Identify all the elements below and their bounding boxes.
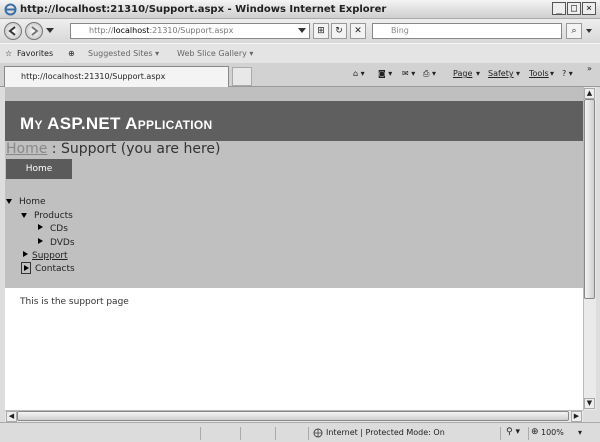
tree-item-products[interactable]: Products bbox=[34, 211, 73, 221]
feeds-icon[interactable]: ◙ ▾ bbox=[378, 69, 392, 78]
tree-collapse-products-icon[interactable] bbox=[21, 213, 27, 218]
tree-item-dvds[interactable]: DVDs bbox=[50, 238, 75, 248]
page-menu[interactable]: Page bbox=[453, 69, 472, 78]
back-button[interactable] bbox=[4, 22, 22, 40]
window-title: http://localhost:21310/Support.aspx - Wi… bbox=[20, 4, 387, 15]
tree-expand-contacts-icon bbox=[23, 265, 29, 271]
scroll-down-icon[interactable]: ▼ bbox=[584, 398, 595, 409]
forward-arrow-icon bbox=[31, 26, 39, 36]
vertical-scroll-thumb[interactable] bbox=[584, 99, 595, 299]
new-tab-button[interactable] bbox=[232, 67, 252, 86]
forward-button[interactable] bbox=[25, 22, 43, 40]
tools-menu-chevron-icon: ▾ bbox=[550, 69, 555, 78]
tree-expand-support-icon[interactable] bbox=[23, 251, 28, 257]
tree-item-support[interactable]: Support bbox=[32, 251, 68, 261]
stop-button[interactable]: ✕ bbox=[350, 23, 366, 39]
title-bar: http://localhost:21310/Support.aspx - Wi… bbox=[0, 0, 600, 19]
favorites-star-icon: ☆ bbox=[5, 49, 13, 58]
scroll-up-icon[interactable]: ▲ bbox=[584, 88, 595, 99]
page-content-text: This is the support page bbox=[20, 297, 129, 307]
status-divider bbox=[500, 427, 501, 440]
status-divider bbox=[275, 427, 276, 440]
maximize-button[interactable]: □ bbox=[567, 2, 581, 15]
safety-menu[interactable]: Safety bbox=[488, 69, 514, 78]
web-slice-gallery-link[interactable]: Web Slice Gallery ▾ bbox=[177, 49, 253, 58]
address-input[interactable]: http://localhost:21310/Support.aspx bbox=[70, 23, 310, 39]
zoom-level[interactable]: 100% bbox=[541, 428, 564, 437]
tree-expand-dvds-icon[interactable] bbox=[38, 238, 43, 244]
breadcrumb: Home : Support (you are here) bbox=[6, 141, 221, 157]
help-icon[interactable]: ? ▾ bbox=[562, 69, 573, 78]
scroll-left-icon[interactable]: ◀ bbox=[6, 411, 17, 422]
app-title: My ASP.NET Application bbox=[20, 114, 213, 133]
status-divider bbox=[308, 427, 309, 440]
tree-item-contacts[interactable]: Contacts bbox=[35, 264, 75, 274]
add-favorites-icon[interactable]: ⊕ bbox=[68, 49, 75, 58]
status-divider bbox=[200, 427, 201, 440]
compatibility-view-button[interactable]: ⊞ bbox=[313, 23, 329, 39]
minimize-button[interactable]: _ bbox=[552, 2, 566, 15]
search-input[interactable]: Bing bbox=[372, 23, 562, 39]
address-dropdown-icon[interactable] bbox=[298, 28, 306, 33]
search-button[interactable]: ⌕ bbox=[566, 23, 582, 39]
scroll-right-icon[interactable]: ▶ bbox=[571, 411, 582, 422]
breadcrumb-home-link[interactable]: Home bbox=[6, 141, 47, 157]
favorites-button[interactable]: Favorites bbox=[17, 49, 53, 58]
refresh-button[interactable]: ↻ bbox=[331, 23, 347, 39]
address-bar: http://localhost:21310/Support.aspx ⊞ ↻ … bbox=[0, 19, 600, 43]
protected-mode-icon[interactable]: ⚲ ▾ bbox=[506, 427, 520, 437]
page-viewport: My ASP.NET Application Home : Support (y… bbox=[5, 87, 583, 410]
favorites-bar: ☆ Favorites ⊕ Suggested Sites ▾ Web Slic… bbox=[0, 43, 600, 63]
tree-expand-cds-icon[interactable] bbox=[38, 224, 43, 230]
breadcrumb-current: Support (you are here) bbox=[60, 141, 221, 157]
page-menu-chevron-icon: ▾ bbox=[476, 69, 481, 78]
status-divider bbox=[240, 427, 241, 440]
page-top-strip bbox=[5, 87, 583, 101]
back-arrow-icon bbox=[8, 26, 16, 36]
content-gray-area: Home : Support (you are here) Home Home … bbox=[5, 141, 583, 288]
zoom-icon: ⊕ bbox=[531, 427, 539, 437]
ie-icon bbox=[4, 3, 17, 16]
tree-item-cds[interactable]: CDs bbox=[50, 224, 68, 234]
site-header: My ASP.NET Application bbox=[5, 101, 583, 141]
security-zone-status[interactable]: Internet | Protected Mode: On bbox=[326, 428, 445, 437]
suggested-sites-link[interactable]: Suggested Sites ▾ bbox=[88, 49, 159, 58]
tree-expand-contacts-box[interactable] bbox=[21, 262, 31, 274]
search-options-icon[interactable] bbox=[586, 29, 592, 33]
globe-icon bbox=[313, 428, 323, 438]
zoom-dropdown-icon[interactable]: ▾ bbox=[578, 428, 582, 437]
status-bar: Internet | Protected Mode: On ⚲ ▾ ⊕ 100%… bbox=[0, 422, 600, 442]
recent-pages-dropdown-icon[interactable] bbox=[46, 28, 54, 33]
home-icon[interactable]: ⌂ ▾ bbox=[353, 69, 365, 78]
close-button[interactable]: × bbox=[582, 2, 596, 15]
tools-menu[interactable]: Tools bbox=[529, 69, 549, 78]
tree-collapse-home-icon[interactable] bbox=[6, 199, 12, 204]
tree-item-home[interactable]: Home bbox=[19, 197, 46, 207]
print-icon[interactable]: ⎙ ▾ bbox=[423, 69, 436, 79]
mail-icon[interactable]: ✉ ▾ bbox=[402, 69, 415, 78]
menu-home-button[interactable]: Home bbox=[6, 159, 72, 179]
more-commands-icon[interactable]: » bbox=[587, 64, 592, 73]
horizontal-scroll-thumb[interactable] bbox=[17, 411, 569, 421]
tab-support[interactable]: http://localhost:21310/Support.aspx bbox=[4, 66, 229, 87]
safety-menu-chevron-icon: ▾ bbox=[516, 69, 521, 78]
status-divider bbox=[528, 427, 529, 440]
